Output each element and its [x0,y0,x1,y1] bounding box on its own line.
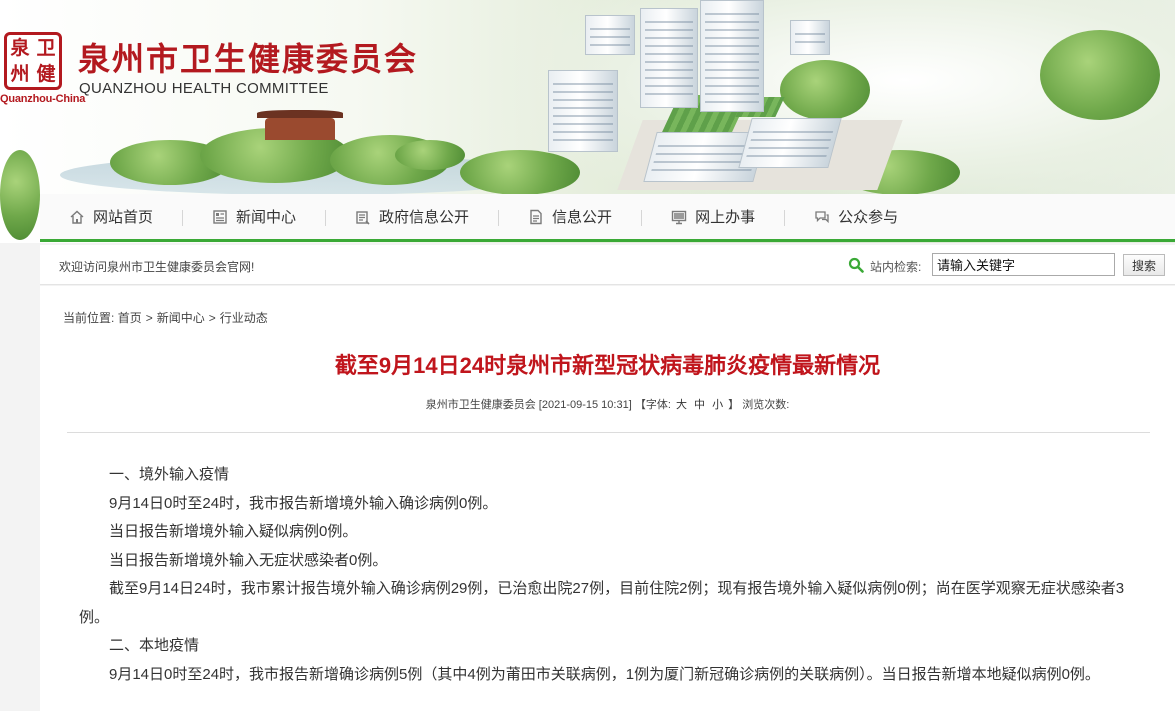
article-paragraph: 当日报告新增境外输入无症状感染者0例。 [109,551,388,569]
seal-char: 州 [10,62,30,85]
banner-hospital-building [585,15,635,55]
banner-tree [460,150,580,195]
article-paragraph: 9月14日0时至24时，我市报告新增确诊病例5例（其中4例为莆田市关联病例，1例… [109,665,1100,683]
nav-label: 公众参与 [838,209,899,226]
font-size-medium-button[interactable]: 中 [694,399,705,411]
nav-item-public-participation[interactable]: 公众参与 [785,193,928,241]
banner-hospital-building [548,70,618,152]
site-subtitle: QUANZHOU HEALTH COMMITTEE [79,80,329,97]
seal-char: 泉 [10,36,30,59]
banner-hospital-tower [700,0,764,112]
search-icon [848,257,864,273]
section-heading: 一、境外输入疫情 [109,466,230,483]
banner-tree [0,150,40,240]
chat-icon [813,208,831,226]
search-input[interactable] [932,253,1115,276]
banner-hospital-building [790,20,830,55]
welcome-bar: 欢迎访问泉州市卫生健康委员会官网! 站内检索: 搜索 [40,245,1175,285]
article-paragraph: 截至9月14日24时，我市累计报告境外输入确诊病例29例，已治愈出院27例，目前… [79,580,1125,626]
nav-item-news[interactable]: 新闻中心 [183,193,327,241]
font-size-small-button[interactable]: 小 [712,399,723,411]
file-list-icon [527,208,545,226]
nav-item-home[interactable]: 网站首页 [40,193,184,241]
breadcrumb-news-link[interactable]: 新闻中心 [157,311,205,325]
article-date: [2021-09-15 10:31] [538,399,632,411]
nav-item-online-services[interactable]: 网上办事 [642,193,786,241]
font-size-close: 】 [728,399,740,411]
breadcrumb-separator: > [145,311,153,325]
banner-tree [780,60,870,120]
breadcrumb-prefix: 当前位置: [63,311,115,325]
logo-location-tag: Quanzhou-China [0,93,86,105]
article-meta: 泉州市卫生健康委员会 [2021-09-15 10:31] 【字体: 大 中 小… [40,396,1175,412]
nav-label: 政府信息公开 [379,209,470,226]
nav-label: 网上办事 [695,209,756,226]
banner-pagoda-illustration [257,110,343,140]
home-icon [68,208,86,226]
font-size-large-button[interactable]: 大 [676,399,687,411]
seal-char: 健 [36,62,56,85]
nav-label: 新闻中心 [236,209,297,226]
nav-item-info-disclosure[interactable]: 信息公开 [499,193,643,241]
banner-tree [395,140,465,170]
nav-label: 信息公开 [552,209,613,226]
title-divider [67,432,1150,433]
article-body: 一、境外输入疫情 9月14日0时至24时，我市报告新增境外输入确诊病例0例。 当… [79,461,1141,689]
article-paragraph: 当日报告新增境外输入疑似病例0例。 [109,523,358,540]
breadcrumb-home-link[interactable]: 首页 [118,311,142,325]
article-source: 泉州市卫生健康委员会 [425,399,536,411]
banner-tree [1040,30,1160,120]
breadcrumb: 当前位置: 首页 > 新闻中心 > 行业动态 [63,309,268,326]
breadcrumb-separator: > [208,311,216,325]
view-count-label: 浏览次数: [742,399,790,411]
article-title: 截至9月14日24时泉州市新型冠状病毒肺炎疫情最新情况 [334,353,881,378]
seal-char: 卫 [36,36,56,59]
site-logo-seal[interactable]: 泉 卫 州 健 [4,32,62,90]
section-heading: 二、本地疫情 [109,637,200,654]
news-icon [211,208,229,226]
nav-label: 网站首页 [93,209,154,226]
welcome-message: 欢迎访问泉州市卫生健康委员会官网! [59,260,255,274]
banner-hospital-tower [640,8,698,108]
nav-item-gov-info[interactable]: 政府信息公开 [326,193,500,241]
banner-hospital-building [738,118,842,168]
search-label: 站内检索: [870,260,922,274]
article-paragraph: 9月14日0时至24时，我市报告新增境外输入确诊病例0例。 [109,494,498,512]
site-title[interactable]: 泉州市卫生健康委员会 [78,34,418,80]
document-icon [354,208,372,226]
main-navigation: 网站首页 新闻中心 政府信息公开 信息公开 网上办事 公众参与 [40,194,1175,242]
search-button[interactable]: 搜索 [1123,254,1165,276]
article-panel: 当前位置: 首页 > 新闻中心 > 行业动态 截至9月14日24时泉州市新型冠状病毒肺炎… [40,286,1175,711]
font-size-label: 【字体: [634,399,671,411]
breadcrumb-industry-link[interactable]: 行业动态 [220,311,268,325]
monitor-icon [670,208,688,226]
